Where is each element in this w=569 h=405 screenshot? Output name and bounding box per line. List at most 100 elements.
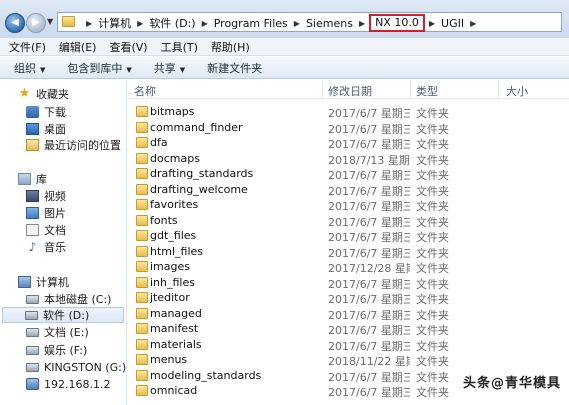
nav-label: 娱乐 (F:)	[44, 344, 88, 357]
file-row[interactable]: bitmaps2017/6/7 星期三 ...文件夹	[128, 104, 569, 120]
organize-button[interactable]: 组织 ▼	[14, 60, 45, 76]
crumb-nx10-highlighted[interactable]: NX 10.0	[369, 14, 425, 32]
file-row[interactable]: html_files2017/6/7 星期三 ...文件夹	[128, 244, 569, 260]
share-button[interactable]: 共享 ▼	[154, 60, 185, 76]
nav-videos[interactable]: 视频	[26, 188, 66, 204]
organize-label: 组织	[14, 61, 36, 75]
folder-icon	[136, 292, 148, 303]
file-name: drafting_welcome	[150, 182, 248, 196]
network-drive-icon	[26, 378, 39, 390]
crumb-computer[interactable]: 计算机	[98, 15, 131, 31]
folder-icon	[136, 354, 148, 365]
nav-pictures[interactable]: 图片	[26, 205, 66, 221]
menu-edit[interactable]: 编辑(E)	[59, 39, 97, 55]
share-label: 共享	[153, 61, 176, 75]
file-name: drafting_standards	[150, 167, 254, 180]
crumb-ugii[interactable]: UGII	[441, 17, 464, 30]
nav-music[interactable]: ♪ 音乐	[26, 239, 66, 255]
nav-label: 本地磁盘 (C:)	[44, 293, 112, 306]
nav-recent[interactable]: 最近访问的位置	[26, 137, 121, 153]
nav-label: 192.168.1.2	[44, 377, 111, 391]
crumb-siemens[interactable]: Siemens	[306, 17, 353, 30]
column-divider[interactable]	[322, 80, 323, 98]
history-dropdown-icon[interactable]: ▼	[47, 17, 53, 26]
file-name: dfa	[150, 136, 168, 149]
menu-bar: 文件(F) 编辑(E) 查看(V) 工具(T) 帮助(H)	[0, 38, 569, 56]
nav-label: 下载	[44, 106, 66, 119]
file-row[interactable]: command_finder2017/6/7 星期三 ...文件夹	[128, 120, 569, 136]
forward-arrow-icon[interactable]: ▶	[26, 13, 46, 33]
nav-drive-g[interactable]: KINGSTON (G:)	[26, 359, 126, 375]
file-row[interactable]: gdt_files2017/6/7 星期三 ...文件夹	[128, 228, 569, 244]
file-row[interactable]: fonts2017/6/7 星期三 ...文件夹	[128, 213, 569, 229]
file-row[interactable]: jteditor2017/6/7 星期三 ...文件夹	[128, 290, 569, 306]
menu-file[interactable]: 文件(F)	[9, 39, 46, 55]
file-name: menus	[150, 353, 188, 366]
chevron-right-icon[interactable]: ▶	[429, 19, 435, 28]
nav-label: 收藏夹	[36, 88, 69, 101]
drive-icon	[26, 294, 39, 304]
file-row[interactable]: manifest2017/6/7 星期三 ...文件夹	[128, 321, 569, 337]
file-row[interactable]: inh_files2017/6/7 星期三 ...文件夹	[128, 275, 569, 291]
file-type: 文件夹	[416, 386, 449, 399]
file-row[interactable]: drafting_welcome2017/6/7 星期三 ...文件夹	[128, 182, 569, 198]
chevron-right-icon[interactable]: ▶	[86, 19, 92, 28]
nav-drive-d-selected[interactable]: 软件 (D:)	[2, 307, 124, 323]
folder-icon	[136, 261, 148, 272]
chevron-right-icon[interactable]: ▶	[202, 19, 208, 28]
crumb-drive-d[interactable]: 软件 (D:)	[149, 15, 195, 31]
nav-downloads[interactable]: 下载	[26, 104, 66, 120]
file-name: images	[150, 260, 190, 273]
document-icon	[26, 224, 39, 236]
chevron-right-icon[interactable]: ▶	[137, 19, 143, 28]
folder-icon	[136, 121, 148, 133]
folder-icon	[136, 385, 148, 396]
include-library-label: 包含到库中	[67, 61, 123, 75]
file-row[interactable]: menus2018/11/22 星期...文件夹	[128, 352, 569, 368]
address-input[interactable]: ▶ 计算机 ▶ 软件 (D:) ▶ Program Files ▶ Siemen…	[57, 12, 562, 32]
video-icon	[26, 190, 39, 202]
back-arrow-icon[interactable]: ◀	[5, 13, 25, 33]
file-row[interactable]: favorites2017/6/7 星期三 ...文件夹	[128, 197, 569, 213]
column-size[interactable]: 大小	[506, 83, 528, 99]
library-icon	[18, 173, 31, 185]
nav-libraries[interactable]: 库	[18, 171, 47, 187]
nav-computer[interactable]: 计算机	[18, 274, 69, 290]
file-list: 名称 修改日期 类型 大小 bitmaps2017/6/7 星期三 ...文件夹…	[128, 80, 569, 405]
menu-tools[interactable]: 工具(T)	[161, 39, 198, 55]
chevron-right-icon[interactable]: ▶	[359, 19, 365, 28]
nav-drive-f[interactable]: 娱乐 (F:)	[26, 342, 87, 358]
menu-view[interactable]: 查看(V)	[109, 39, 147, 55]
nav-label: 文档 (E:)	[44, 326, 89, 339]
column-divider[interactable]	[410, 80, 411, 98]
column-date[interactable]: 修改日期	[328, 83, 372, 99]
column-divider[interactable]	[498, 80, 499, 98]
file-name: html_files	[150, 244, 204, 258]
menu-help[interactable]: 帮助(H)	[211, 39, 250, 55]
file-row[interactable]: dfa2017/6/7 星期三 ...文件夹	[128, 135, 569, 151]
nav-drive-e[interactable]: 文档 (E:)	[26, 324, 89, 340]
nav-documents[interactable]: 文档	[26, 222, 66, 238]
column-type[interactable]: 类型	[416, 83, 438, 99]
new-folder-button[interactable]: 新建文件夹	[207, 60, 262, 76]
file-row[interactable]: materials2017/6/7 星期三 ...文件夹	[128, 337, 569, 353]
nav-desktop[interactable]: 桌面	[26, 121, 66, 137]
column-name[interactable]: 名称	[134, 83, 156, 99]
file-row[interactable]: managed2017/6/7 星期三 ...文件夹	[128, 306, 569, 322]
chevron-down-icon: ▼	[126, 65, 132, 74]
nav-network-location[interactable]: 192.168.1.2	[26, 376, 110, 392]
include-library-button[interactable]: 包含到库中 ▼	[67, 60, 131, 76]
file-row[interactable]: docmaps2018/7/13 星期...文件夹	[128, 151, 569, 167]
folder-icon	[136, 369, 148, 381]
nav-drive-c[interactable]: 本地磁盘 (C:)	[26, 291, 111, 307]
nav-favorites[interactable]: ★ 收藏夹	[18, 86, 69, 102]
file-row[interactable]: images2017/12/28 星期...文件夹	[128, 259, 569, 275]
crumb-program-files[interactable]: Program Files	[214, 17, 288, 30]
chevron-right-icon[interactable]: ▶	[294, 19, 300, 28]
file-name: gdt_files	[150, 229, 197, 242]
file-row[interactable]: drafting_standards2017/6/7 星期三 ...文件夹	[128, 166, 569, 182]
chevron-right-icon[interactable]: ▶	[470, 19, 476, 28]
star-icon: ★	[18, 86, 31, 101]
file-name: modeling_standards	[150, 368, 262, 382]
folder-icon	[136, 245, 148, 257]
